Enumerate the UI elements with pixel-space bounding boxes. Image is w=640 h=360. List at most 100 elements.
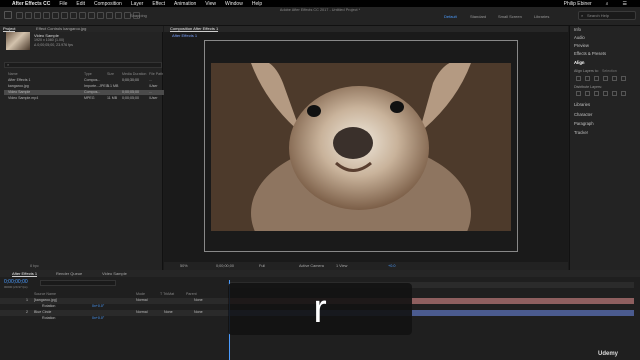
col-size[interactable]: Size xyxy=(107,72,114,76)
menu-view[interactable]: View xyxy=(205,1,216,7)
panel-tracker[interactable]: Tracker xyxy=(574,130,588,135)
caption-text: r xyxy=(313,286,327,331)
menu-help[interactable]: Help xyxy=(252,1,262,7)
bpc-label[interactable]: 8 bpc xyxy=(30,264,39,268)
panel-preview[interactable]: Preview xyxy=(574,43,589,48)
align-to-select[interactable]: Selection xyxy=(602,69,617,73)
rotate-tool-icon[interactable] xyxy=(43,12,50,19)
tab-render-queue[interactable]: Render Queue xyxy=(56,271,82,276)
project-search-input[interactable]: ⌕ xyxy=(4,62,162,68)
col-name[interactable]: Name xyxy=(8,72,18,76)
panel-align[interactable]: Align xyxy=(574,60,584,65)
table-row: Rotation 0x+0.0° xyxy=(42,316,105,320)
menu-file[interactable]: File xyxy=(59,1,67,7)
brush-tool-icon[interactable] xyxy=(97,12,104,19)
resolution-select[interactable]: Full xyxy=(259,264,265,268)
align-right-icon[interactable] xyxy=(594,76,599,81)
pan-behind-tool-icon[interactable] xyxy=(61,12,68,19)
col-path[interactable]: File Path xyxy=(149,72,163,76)
udemy-logo: Udemy xyxy=(598,351,619,357)
distribute-2-icon[interactable] xyxy=(585,91,590,96)
zoom-tool-icon[interactable] xyxy=(34,12,41,19)
search-menubar-icon[interactable]: ⌕ xyxy=(606,1,609,7)
views-select[interactable]: 1 View xyxy=(336,264,347,268)
app-menu[interactable]: After Effects CC xyxy=(12,1,50,7)
panel-effects-presets[interactable]: Effects & Presets xyxy=(574,51,606,56)
panel-character[interactable]: Character xyxy=(574,112,592,117)
distribute-5-icon[interactable] xyxy=(612,91,617,96)
align-to-label: Align Layers to: xyxy=(574,69,599,73)
composition-tabs: Composition After Effects 1 xyxy=(164,26,568,32)
kangaroo-image xyxy=(211,63,511,231)
hand-tool-icon[interactable] xyxy=(25,12,32,19)
distribute-1-icon[interactable] xyxy=(576,91,581,96)
timeline-search-input[interactable] xyxy=(40,280,116,286)
align-buttons xyxy=(576,76,636,81)
list-item[interactable]: Video Sample Compos... 0;00;05;00 ... xyxy=(4,90,164,95)
user-name: Philip Ebiner xyxy=(563,0,592,7)
snapping-label[interactable]: Snapping xyxy=(130,13,147,18)
align-top-icon[interactable] xyxy=(603,76,608,81)
align-vcenter-icon[interactable] xyxy=(612,76,617,81)
panel-libraries[interactable]: Libraries xyxy=(574,102,590,107)
timecode-display[interactable]: 0;00;00;00 xyxy=(216,264,234,268)
home-icon[interactable] xyxy=(4,11,12,19)
project-item-thumbnail xyxy=(6,32,30,50)
zoom-select[interactable]: 50% xyxy=(180,264,188,268)
eraser-tool-icon[interactable] xyxy=(115,12,122,19)
tab-effect-controls[interactable]: Effect Controls kangaroo.jpg xyxy=(36,26,86,31)
menu-edit[interactable]: Edit xyxy=(76,1,85,7)
col-mode[interactable]: Mode xyxy=(136,292,145,296)
project-column-headers: Name Type Size Media Duration File Path xyxy=(4,72,164,77)
list-item[interactable]: After Effects 1 Compos... 0;00;30;00 ... xyxy=(4,78,164,83)
col-type[interactable]: Type xyxy=(84,72,92,76)
menu-effect[interactable]: Effect xyxy=(152,1,165,7)
menu-list-icon[interactable]: ☰ xyxy=(623,1,627,7)
workspace-default[interactable]: Default xyxy=(444,14,457,19)
camera-tool-icon[interactable] xyxy=(52,12,59,19)
align-bottom-icon[interactable] xyxy=(621,76,626,81)
type-tool-icon[interactable] xyxy=(88,12,95,19)
menu-window[interactable]: Window xyxy=(225,1,243,7)
search-help-input[interactable]: ⌕ Search Help xyxy=(578,11,636,20)
comp-subtab[interactable]: After Effects 1 xyxy=(172,33,197,38)
caption-overlay: r xyxy=(228,283,412,335)
distribute-label: Distribute Layers: xyxy=(574,85,602,89)
col-duration[interactable]: Media Duration xyxy=(122,72,146,76)
timeline-tabs: After Effects 1 Render Queue Video Sampl… xyxy=(0,270,640,277)
distribute-6-icon[interactable] xyxy=(621,91,626,96)
workspace-libraries[interactable]: Libraries xyxy=(534,14,549,19)
menu-animation[interactable]: Animation xyxy=(174,1,196,7)
col-trkmat[interactable]: T TrkMat xyxy=(160,292,174,296)
panel-info[interactable]: Info xyxy=(574,27,581,32)
rectangle-tool-icon[interactable] xyxy=(70,12,77,19)
viewer-footer: 50% 0;00;00;00 Full Active Camera 1 View… xyxy=(164,262,568,270)
selection-tool-icon[interactable] xyxy=(16,12,23,19)
camera-select[interactable]: Active Camera xyxy=(299,264,324,268)
pen-tool-icon[interactable] xyxy=(79,12,86,19)
kangaroo-photo xyxy=(211,63,511,231)
timeline-fps: 00000 (29.97 fps) xyxy=(4,285,28,289)
list-item[interactable]: kangaroo.jpg Importe...JPEG 5.1 MB /User xyxy=(4,84,164,89)
col-source-name[interactable]: Source Name xyxy=(34,292,56,296)
tab-after-effects-1[interactable]: After Effects 1 xyxy=(12,271,38,277)
align-hcenter-icon[interactable] xyxy=(585,76,590,81)
exposure-value[interactable]: +0.0 xyxy=(388,264,396,268)
workspace-standard[interactable]: Standard xyxy=(470,14,486,19)
menu-layer[interactable]: Layer xyxy=(131,1,144,7)
clone-tool-icon[interactable] xyxy=(106,12,113,19)
distribute-3-icon[interactable] xyxy=(594,91,599,96)
panel-audio[interactable]: Audio xyxy=(574,35,585,40)
mac-menu-bar: After Effects CC File Edit Composition L… xyxy=(0,0,640,7)
tab-composition[interactable]: Composition After Effects 1 xyxy=(170,26,219,32)
tab-video-sample[interactable]: Video Sample xyxy=(102,271,127,276)
tool-group xyxy=(16,12,140,19)
workspace-small-screen[interactable]: Small Screen xyxy=(498,14,522,19)
menu-composition[interactable]: Composition xyxy=(94,1,122,7)
distribute-4-icon[interactable] xyxy=(603,91,608,96)
align-left-icon[interactable] xyxy=(576,76,581,81)
list-item[interactable]: Video Sample.mp4 MPEG 11 MB 0;00;05;00 /… xyxy=(4,96,164,101)
panel-paragraph[interactable]: Paragraph xyxy=(574,121,594,126)
col-parent[interactable]: Parent xyxy=(186,292,197,296)
search-icon: ⌕ xyxy=(7,62,10,67)
